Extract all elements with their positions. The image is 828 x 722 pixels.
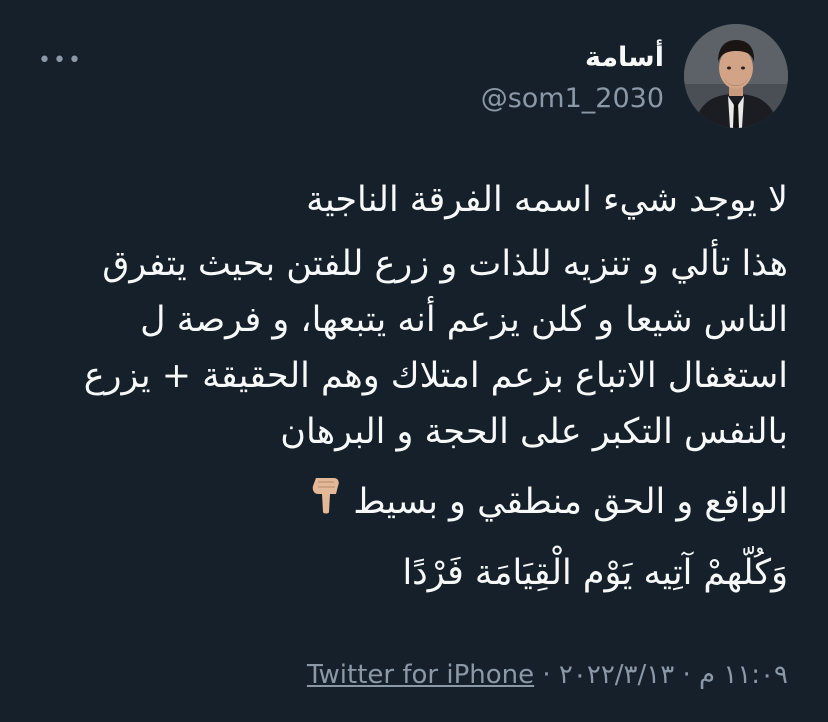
tweet-source-link[interactable]: Twitter for iPhone [307,660,534,690]
author-handle[interactable]: @som1_2030 [481,80,664,118]
tweet-paragraph: لا يوجد شيء اسمه الفرقة الناجية [306,180,788,220]
author-info[interactable]: أسامة @som1_2030 [481,40,664,118]
profile-photo-icon [684,24,788,128]
tweet-metadata: Twitter for iPhone · ١١:٠٩ م · ٢٠٢٢/٣/١٣ [307,660,788,690]
tweet-text: لا يوجد شيء اسمه الفرقة الناجية هذا تألي… [40,172,788,615]
tweet-time[interactable]: ١١:٠٩ م [699,660,788,690]
author-display-name[interactable]: أسامة [481,40,664,76]
tweet-paragraph: هذا تألي و تنزيه للذات و زرع للفتن بحيث … [83,244,788,452]
meta-separator: · [682,660,691,690]
tweet-date[interactable]: ٢٠٢٢/٣/١٣ [559,660,674,690]
meta-separator: · [542,660,551,690]
tweet-paragraph: وَكُلّهمْ آتِيه يَوْم الْقِيَامَة فَرْدً… [402,553,788,593]
tweet-paragraph: الواقع و الحق منطقي و بسيط [40,474,788,531]
more-options-icon[interactable]: ••• [38,48,83,73]
avatar[interactable] [684,24,788,128]
tweet-paragraph-text: الواقع و الحق منطقي و بسيط [353,482,788,522]
pointing-down-hand-icon [308,475,342,531]
tweet-header: ••• أسامة @som1_2030 [24,24,788,134]
